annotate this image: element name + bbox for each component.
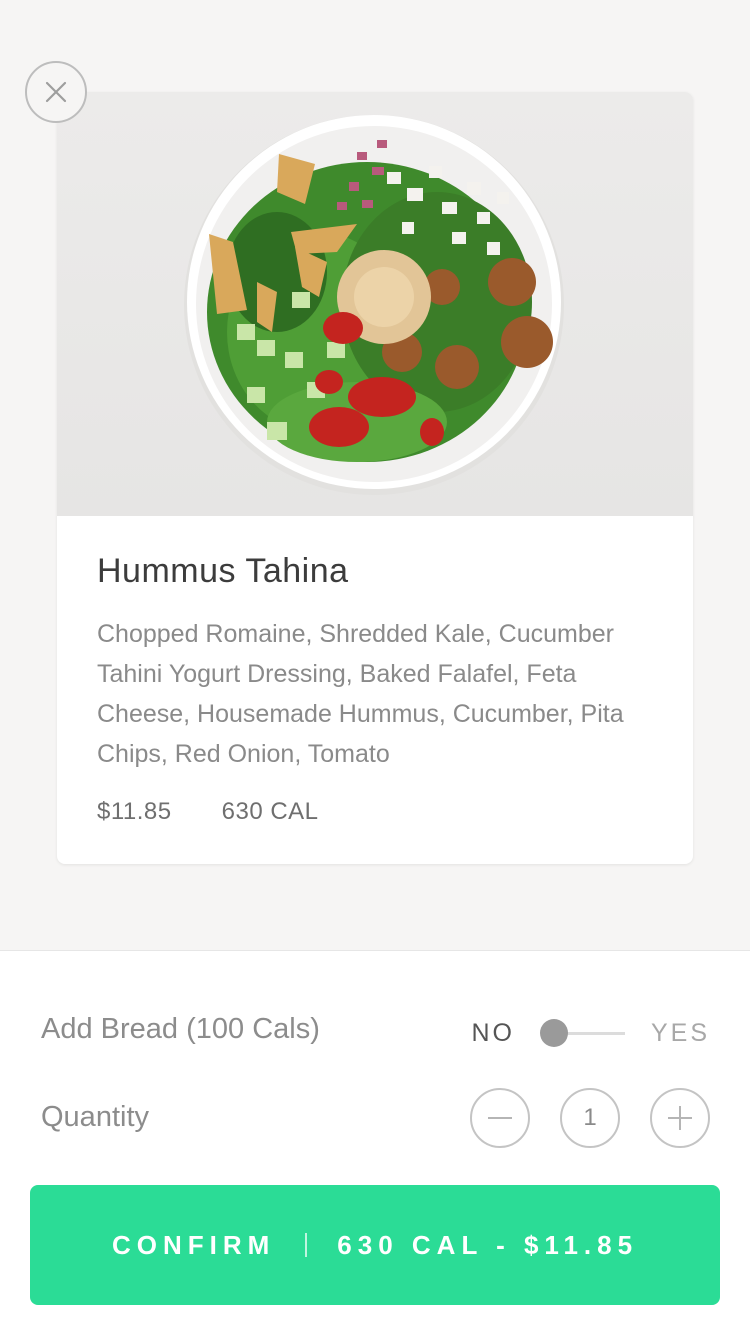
confirm-button[interactable]: CONFIRM 630 CAL - $11.85 <box>30 1185 720 1305</box>
decrement-button[interactable] <box>470 1088 530 1148</box>
add-bread-label: Add Bread (100 Cals) <box>41 1013 320 1045</box>
toggle-track[interactable] <box>539 1019 625 1047</box>
product-title: Hummus Tahina <box>97 552 349 590</box>
product-photo <box>57 92 693 516</box>
product-meta: $11.85 630 CAL <box>97 798 319 826</box>
toggle-yes-label: YES <box>650 1019 710 1047</box>
product-detail-screen: Hummus Tahina Chopped Romaine, Shredded … <box>0 0 750 1334</box>
confirm-label: CONFIRM <box>111 1229 276 1260</box>
product-card: Hummus Tahina Chopped Romaine, Shredded … <box>57 92 693 864</box>
confirm-summary: 630 CAL - $11.85 <box>337 1229 639 1260</box>
increment-button[interactable] <box>650 1088 710 1148</box>
quantity-label: Quantity <box>41 1101 149 1133</box>
plus-icon <box>668 1106 692 1130</box>
close-button[interactable] <box>25 61 87 123</box>
quantity-stepper: 1 <box>470 1088 710 1148</box>
salad-bowl-image <box>184 115 564 495</box>
close-icon <box>45 81 67 103</box>
minus-icon <box>488 1117 512 1119</box>
toggle-no-label: NO <box>471 1019 515 1047</box>
add-bread-toggle[interactable]: NO YES <box>471 1019 710 1048</box>
order-options-panel: Add Bread (100 Cals) NO YES Quantity 1 C… <box>0 950 750 1334</box>
toggle-knob[interactable] <box>539 1019 568 1047</box>
confirm-separator <box>305 1233 308 1257</box>
quantity-value: 1 <box>560 1088 620 1148</box>
product-calories: 630 CAL <box>221 798 319 825</box>
product-description: Chopped Romaine, Shredded Kale, Cucumber… <box>97 620 624 768</box>
product-price: $11.85 <box>97 798 172 825</box>
